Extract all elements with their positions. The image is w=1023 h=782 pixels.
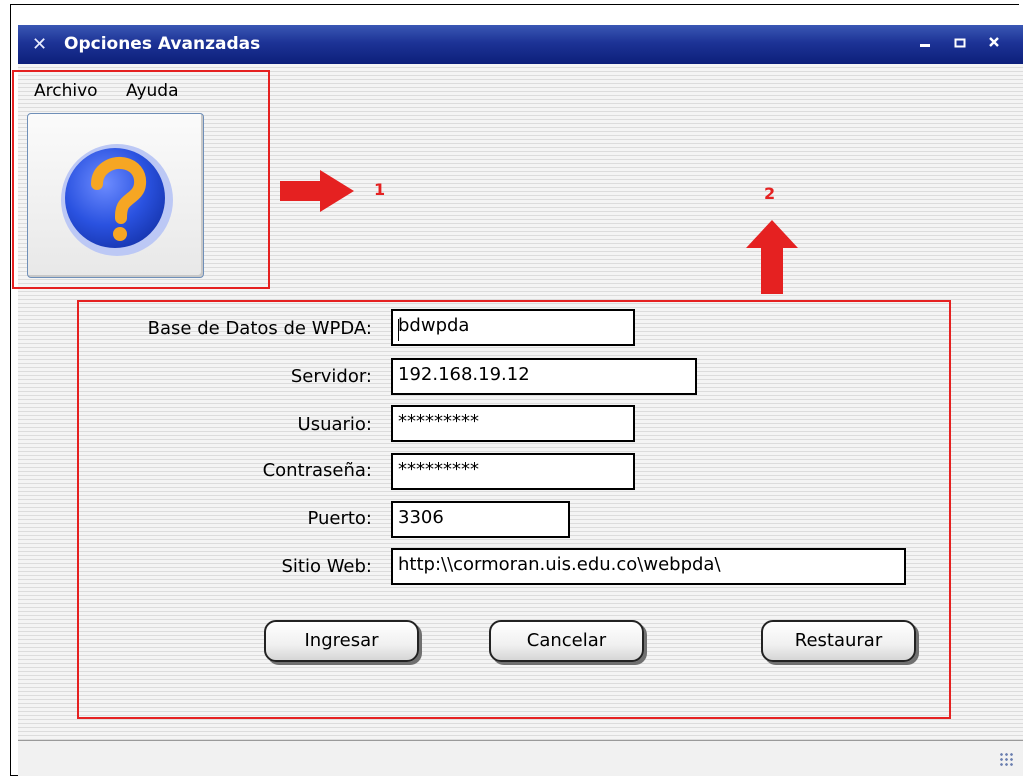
label-base-de-datos: Base de Datos de WPDA:: [147, 318, 372, 339]
label-sitio-web: Sitio Web:: [281, 556, 372, 577]
help-question-icon: [61, 144, 173, 256]
title-bar[interactable]: ✕ Opciones Avanzadas: [18, 25, 1023, 64]
close-button[interactable]: [982, 32, 1006, 56]
app-icon: ✕: [32, 34, 48, 55]
base-de-datos-value: bdwpda: [398, 315, 470, 336]
annotation-arrow-up: [746, 220, 798, 294]
label-servidor: Servidor:: [290, 366, 372, 387]
maximize-button[interactable]: [948, 32, 972, 56]
label-contrasena: Contraseña:: [262, 460, 372, 481]
help-toolbar-button[interactable]: [27, 113, 204, 278]
text-caret: [398, 319, 399, 341]
menu-archivo[interactable]: Archivo: [34, 81, 98, 101]
restaurar-button[interactable]: Restaurar: [761, 620, 916, 662]
label-puerto: Puerto:: [307, 508, 372, 529]
annotation-number-1: 1: [374, 180, 386, 199]
servidor-field[interactable]: 192.168.19.12: [391, 358, 697, 395]
contrasena-field[interactable]: *********: [391, 453, 635, 490]
base-de-datos-field[interactable]: bdwpda: [391, 309, 635, 346]
usuario-value: *********: [398, 411, 479, 432]
window-title: Opciones Avanzadas: [64, 34, 261, 54]
minimize-button[interactable]: [913, 32, 937, 56]
status-bar: [18, 740, 1023, 776]
puerto-value: 3306: [398, 507, 444, 528]
cancelar-button[interactable]: Cancelar: [489, 620, 644, 662]
maximize-icon: [954, 38, 966, 48]
contrasena-value: *********: [398, 459, 479, 480]
menu-ayuda[interactable]: Ayuda: [126, 81, 179, 101]
label-usuario: Usuario:: [297, 414, 372, 435]
close-icon: [989, 37, 999, 47]
resize-grip-icon[interactable]: [999, 752, 1013, 766]
servidor-value: 192.168.19.12: [398, 364, 530, 385]
ingresar-button[interactable]: Ingresar: [264, 620, 419, 662]
sitio-web-field[interactable]: http:\\cormoran.uis.edu.co\webpda\: [391, 548, 906, 585]
sitio-web-value: http:\\cormoran.uis.edu.co\webpda\: [398, 554, 721, 575]
minimize-icon: [920, 44, 930, 47]
puerto-field[interactable]: 3306: [391, 501, 570, 538]
annotation-number-2: 2: [764, 184, 776, 203]
annotation-arrow-right: [280, 170, 354, 212]
usuario-field[interactable]: *********: [391, 405, 635, 442]
